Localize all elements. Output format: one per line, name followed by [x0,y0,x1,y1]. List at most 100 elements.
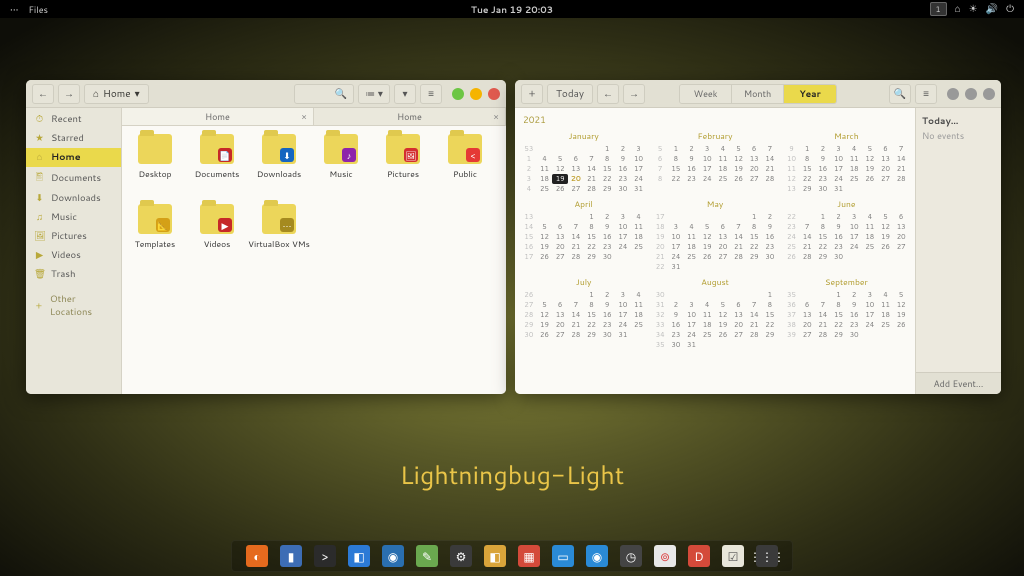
dock-app[interactable]: ▮ [280,545,302,567]
dock-app[interactable]: ⚙ [450,545,472,567]
close-icon[interactable]: × [301,110,307,123]
back-button[interactable]: ← [32,84,54,104]
view-month[interactable]: Month [732,85,784,103]
folder-virtualbox-vms[interactable]: ⋯VirtualBox VMs [248,204,310,268]
maximize-button[interactable] [965,88,977,100]
home-icon[interactable]: ⌂ [955,2,961,16]
power-icon[interactable]: ⏻ [1006,2,1014,16]
sidebar-icon: ⌂ [34,151,45,164]
dock-app[interactable]: ▭ [552,545,574,567]
tab[interactable]: Home× [122,108,314,125]
forward-button[interactable]: → [58,84,80,104]
prev-button[interactable]: ← [597,84,619,104]
search-button[interactable]: 🔍 [294,84,354,104]
dock-app[interactable]: ☑ [722,545,744,567]
minimize-button[interactable] [452,88,464,100]
folder-documents[interactable]: 📄Documents [186,134,248,198]
folder-music[interactable]: ♪Music [310,134,372,198]
path-bar[interactable]: ⌂ Home ▾ [84,84,149,104]
files-headerbar: ← → ⌂ Home ▾ 🔍 ≔ ▾ ▾ ≡ [26,80,506,108]
hamburger-button[interactable]: ≡ [420,84,442,104]
dock-app[interactable]: D [688,545,710,567]
sidebar-icon: + [34,300,44,313]
sidebar-item-recent[interactable]: ⏱Recent [26,110,121,129]
close-button[interactable] [983,88,995,100]
folder-emblem-icon: ▶ [218,218,232,232]
sidebar-item-starred[interactable]: ★Starred [26,129,121,148]
view-week[interactable]: Week [680,85,732,103]
tab[interactable]: Home× [314,108,506,125]
sidebar-icon: ★ [34,132,45,145]
no-events-label: No events [916,129,1001,142]
sidebar-item-music[interactable]: ♫Music [26,208,121,227]
new-event-button[interactable]: + [521,84,543,104]
folder-icon: 📐 [138,204,172,234]
folder-videos[interactable]: ▶Videos [186,204,248,268]
month-january[interactable]: January531231456789102111213141516173181… [521,130,646,194]
sidebar-item-trash[interactable]: 🗑Trash [26,265,121,284]
folder-pictures[interactable]: 🖼Pictures [372,134,434,198]
folder-templates[interactable]: 📐Templates [124,204,186,268]
sidebar-icon: ▶ [34,249,45,262]
dock-app[interactable]: ✎ [416,545,438,567]
month-name: February [652,130,777,142]
folder-icon: ⬇ [262,134,296,164]
view-options-button[interactable]: ▾ [394,84,416,104]
month-august[interactable]: August3013123456783291011121314153316171… [652,276,777,350]
sidebar-item-pictures[interactable]: 🖼Pictures [26,227,121,246]
dock-app[interactable]: ⋮⋮⋮ [756,545,778,567]
dock-app[interactable]: ◉ [586,545,608,567]
clock[interactable]: Tue Jan 19 20:03 [471,3,553,16]
dock-app[interactable]: > [314,545,336,567]
maximize-button[interactable] [470,88,482,100]
month-july[interactable]: July261234275678910112812131415161718291… [521,276,646,350]
sidebar-item-label: Pictures [51,230,87,243]
close-icon[interactable]: × [493,110,499,123]
brightness-icon[interactable]: ☀ [969,2,978,16]
dock-app[interactable]: ⊚ [654,545,676,567]
sidebar-item-label: Documents [51,172,101,185]
folder-downloads[interactable]: ⬇Downloads [248,134,310,198]
dock-app[interactable]: ◷ [620,545,642,567]
appmenu-label[interactable]: Files [28,3,48,16]
month-june[interactable]: June221234562378910111213241415161718192… [784,198,909,272]
sidebar-item-documents[interactable]: 🖺Documents [26,167,121,189]
sidebar-item-label: Home [51,151,81,164]
dock-app[interactable]: ◧ [484,545,506,567]
folder-icon: < [448,134,482,164]
workspace-indicator[interactable]: 1 [930,2,947,16]
sidebar-item-home[interactable]: ⌂ Home [26,148,121,167]
hamburger-button[interactable]: ≡ [915,84,937,104]
next-button[interactable]: → [623,84,645,104]
close-button[interactable] [488,88,500,100]
calendar-year-view[interactable]: 2021 January5312314567891021112131415161… [515,108,915,394]
sidebar-item-downloads[interactable]: ⬇Downloads [26,189,121,208]
activities-button[interactable]: ••• [10,3,18,16]
folder-public[interactable]: <Public [434,134,496,198]
view-year[interactable]: Year [784,85,836,103]
month-september[interactable]: September3512345366789101112371314151617… [784,276,909,350]
folder-label: Pictures [387,168,419,180]
month-march[interactable]: March91234567108910111213141115161718192… [784,130,909,194]
dock-app[interactable]: ▦ [518,545,540,567]
folder-label: Desktop [138,168,171,180]
search-button[interactable]: 🔍 [889,84,911,104]
folder-icon [138,134,172,164]
sidebar-icon: ⏱ [34,113,45,126]
today-button[interactable]: Today [547,84,593,104]
dock-app[interactable]: ◧ [348,545,370,567]
dock-app[interactable]: ◐ [246,545,268,567]
add-event-button[interactable]: Add Event… [916,372,1001,394]
view-list-button[interactable]: ≔ ▾ [358,84,390,104]
sidebar-item-label: Other Locations [50,293,113,319]
month-may[interactable]: May1712183456789191011121314151620171819… [652,198,777,272]
dock-app[interactable]: ◉ [382,545,404,567]
month-february[interactable]: February51234567689101112131471516171819… [652,130,777,194]
path-label: Home [103,87,131,101]
folder-desktop[interactable]: Desktop [124,134,186,198]
month-april[interactable]: April13123414567891011151213141516171816… [521,198,646,272]
volume-icon[interactable]: 🔊 [986,2,998,16]
sidebar-item-other-locations[interactable]: + Other Locations [26,290,121,322]
sidebar-item-videos[interactable]: ▶Videos [26,246,121,265]
minimize-button[interactable] [947,88,959,100]
